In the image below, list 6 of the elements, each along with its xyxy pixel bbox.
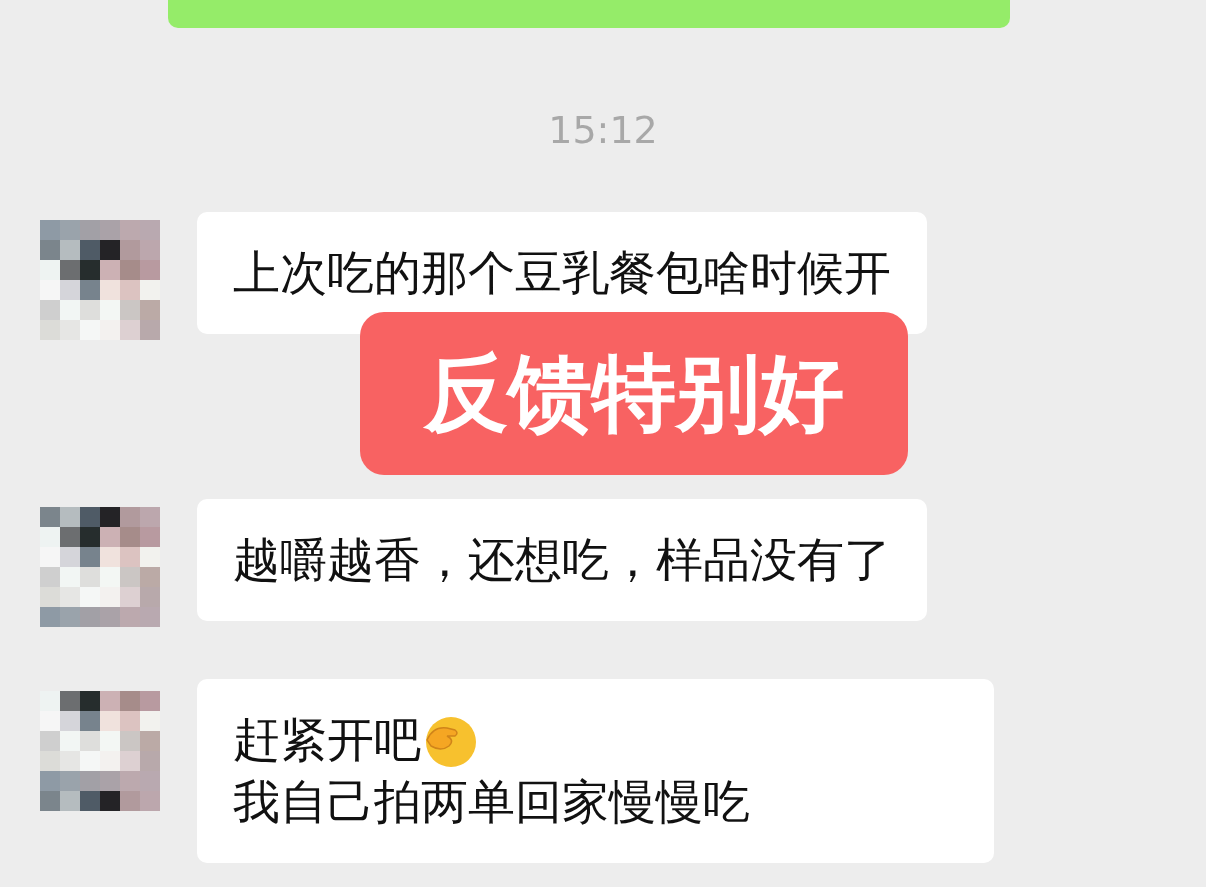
message-text: 越嚼越香，还想吃，样品没有了 bbox=[233, 531, 891, 589]
message-text: 我自己拍两单回家慢慢吃 bbox=[233, 773, 750, 831]
message-text: 上次吃的那个豆乳餐包啥时候开 bbox=[233, 244, 891, 302]
timestamp: 15:12 bbox=[547, 108, 659, 152]
message-text: 赶紧开吧 bbox=[233, 711, 421, 769]
sticker-label: 反馈特别好 bbox=[360, 312, 908, 475]
